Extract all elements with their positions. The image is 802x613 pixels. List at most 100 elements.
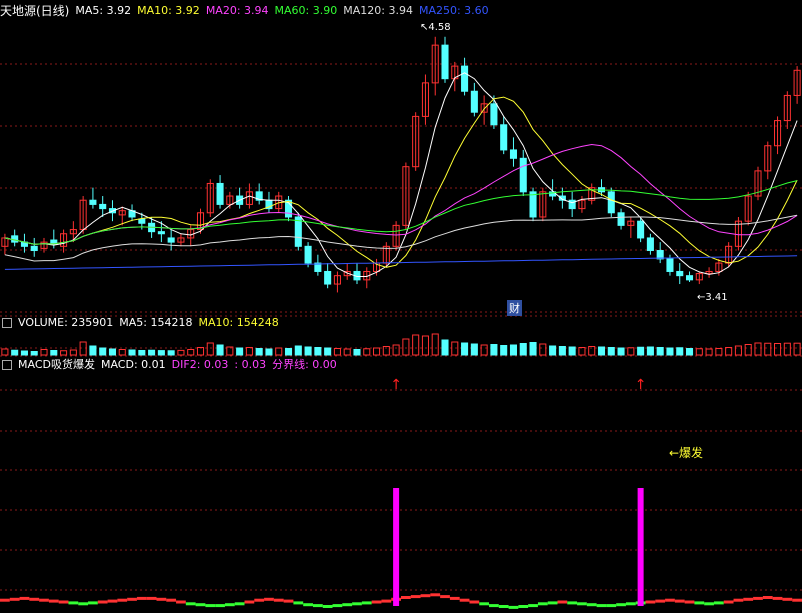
candle-body (509, 149, 518, 159)
candle-body (89, 199, 97, 205)
volume-bar (157, 350, 165, 356)
candle-body (99, 203, 107, 210)
up-arrow-icon: ↑ (390, 377, 402, 393)
macd-histogram (0, 593, 802, 609)
volume-bar (353, 349, 361, 356)
candlestick-series (1, 36, 801, 293)
volume-bar (695, 348, 703, 356)
volume-bars (1, 333, 801, 356)
legend-vol-ma10: MA10: 154248 (198, 316, 279, 329)
volume-bar (617, 347, 625, 356)
volume-bar (314, 347, 322, 356)
volume-bar (764, 342, 772, 356)
indicator-legend: MACD吸货爆发 MACD: 0.01 DIF2: 0.03 : 0.03 分界… (0, 356, 337, 374)
candle-body (490, 103, 498, 126)
volume-bar (11, 349, 19, 356)
volume-bar (138, 350, 146, 356)
volume-bar (529, 342, 537, 356)
legend-ma10: MA10: 3.92 (137, 4, 200, 17)
candle-body (470, 90, 478, 113)
volume-bar (265, 348, 273, 356)
candle-body (685, 275, 694, 281)
volume-bar (774, 343, 782, 356)
volume-bar (236, 347, 244, 356)
chart-canvas: ↑↑↑↑ (0, 36, 802, 609)
legend-vol-ma5: MA5: 154218 (119, 316, 193, 329)
up-arrow-icon: ↑ (635, 377, 647, 393)
volume-bar (177, 349, 185, 356)
candle-body (324, 270, 332, 285)
volume-bar (490, 344, 498, 356)
volume-bar (725, 347, 733, 356)
signal-bars: ↑↑↑↑ (390, 377, 802, 606)
candle-body (157, 231, 165, 235)
volume-bar (461, 342, 469, 356)
candle-body (216, 182, 224, 205)
volume-bar (783, 342, 791, 356)
volume-bar (715, 348, 723, 356)
volume-bar (597, 346, 606, 356)
volume-bar (206, 342, 214, 356)
candle-body (646, 237, 654, 252)
volume-bar (519, 343, 527, 356)
volume-legend: VOLUME: 235901 MA5: 154218 MA10: 154248 (0, 314, 279, 332)
volume-bar (294, 345, 302, 356)
volume-bar (402, 338, 410, 356)
volume-bar (108, 348, 117, 356)
volume-bar (744, 344, 752, 356)
legend-divider-line: 分界线: 0.00 (272, 358, 337, 371)
ma250-line (4, 255, 798, 270)
volume-bar (60, 350, 68, 356)
volume-bar (500, 345, 508, 356)
candle-body (676, 270, 684, 277)
legend-macd: MACD: 0.01 (100, 358, 166, 371)
candle-body (500, 124, 508, 151)
volume-bar (50, 350, 58, 356)
volume-bar (118, 349, 126, 356)
volume-bar (284, 348, 293, 356)
volume-bar (89, 345, 97, 356)
volume-bar (627, 347, 635, 356)
volume-bar (40, 349, 48, 356)
stock-title[interactable]: 天地源(日线) (0, 2, 69, 20)
burst-signal-bar (637, 488, 644, 606)
candle-body (11, 235, 19, 243)
volume-bar (441, 339, 449, 356)
legend-ma5: MA5: 3.92 (75, 4, 132, 17)
panel-toggle-icon[interactable] (2, 360, 12, 370)
volume-bar (363, 348, 371, 356)
volume-bar (646, 346, 654, 356)
volume-bar (431, 333, 439, 356)
candle-body (167, 237, 175, 243)
volume-bar (1, 348, 9, 356)
volume-bar (167, 350, 175, 356)
volume-bar (549, 345, 557, 356)
volume-bar (392, 344, 400, 356)
volume-bar (69, 349, 77, 356)
volume-bar (324, 347, 332, 356)
volume-bar (558, 346, 566, 356)
volume-bar (666, 347, 674, 356)
legend-ma60: MA60: 3.90 (274, 4, 338, 17)
volume-bar (128, 349, 136, 356)
finance-marker[interactable]: 财 (507, 300, 522, 316)
volume-bar (509, 344, 518, 356)
volume-bar (637, 346, 645, 356)
panel-toggle-icon[interactable] (2, 318, 12, 328)
burst-annotation: ←爆发 (669, 446, 704, 460)
legend-ma120: MA120: 3.94 (343, 4, 413, 17)
volume-bar (304, 346, 312, 356)
volume-bar (216, 344, 224, 356)
ma5-line (4, 72, 798, 277)
moving-average-lines (4, 72, 798, 277)
indicator-name[interactable]: MACD吸货爆发 (18, 356, 95, 374)
volume-bar (754, 342, 762, 356)
volume-bar (470, 343, 478, 356)
ma120-line (4, 214, 798, 262)
volume-bar (343, 348, 351, 356)
volume-bar (333, 348, 341, 356)
volume-bar (539, 343, 547, 356)
volume-bar (685, 348, 694, 356)
volume-bar (30, 351, 38, 356)
candle-body (607, 191, 615, 214)
